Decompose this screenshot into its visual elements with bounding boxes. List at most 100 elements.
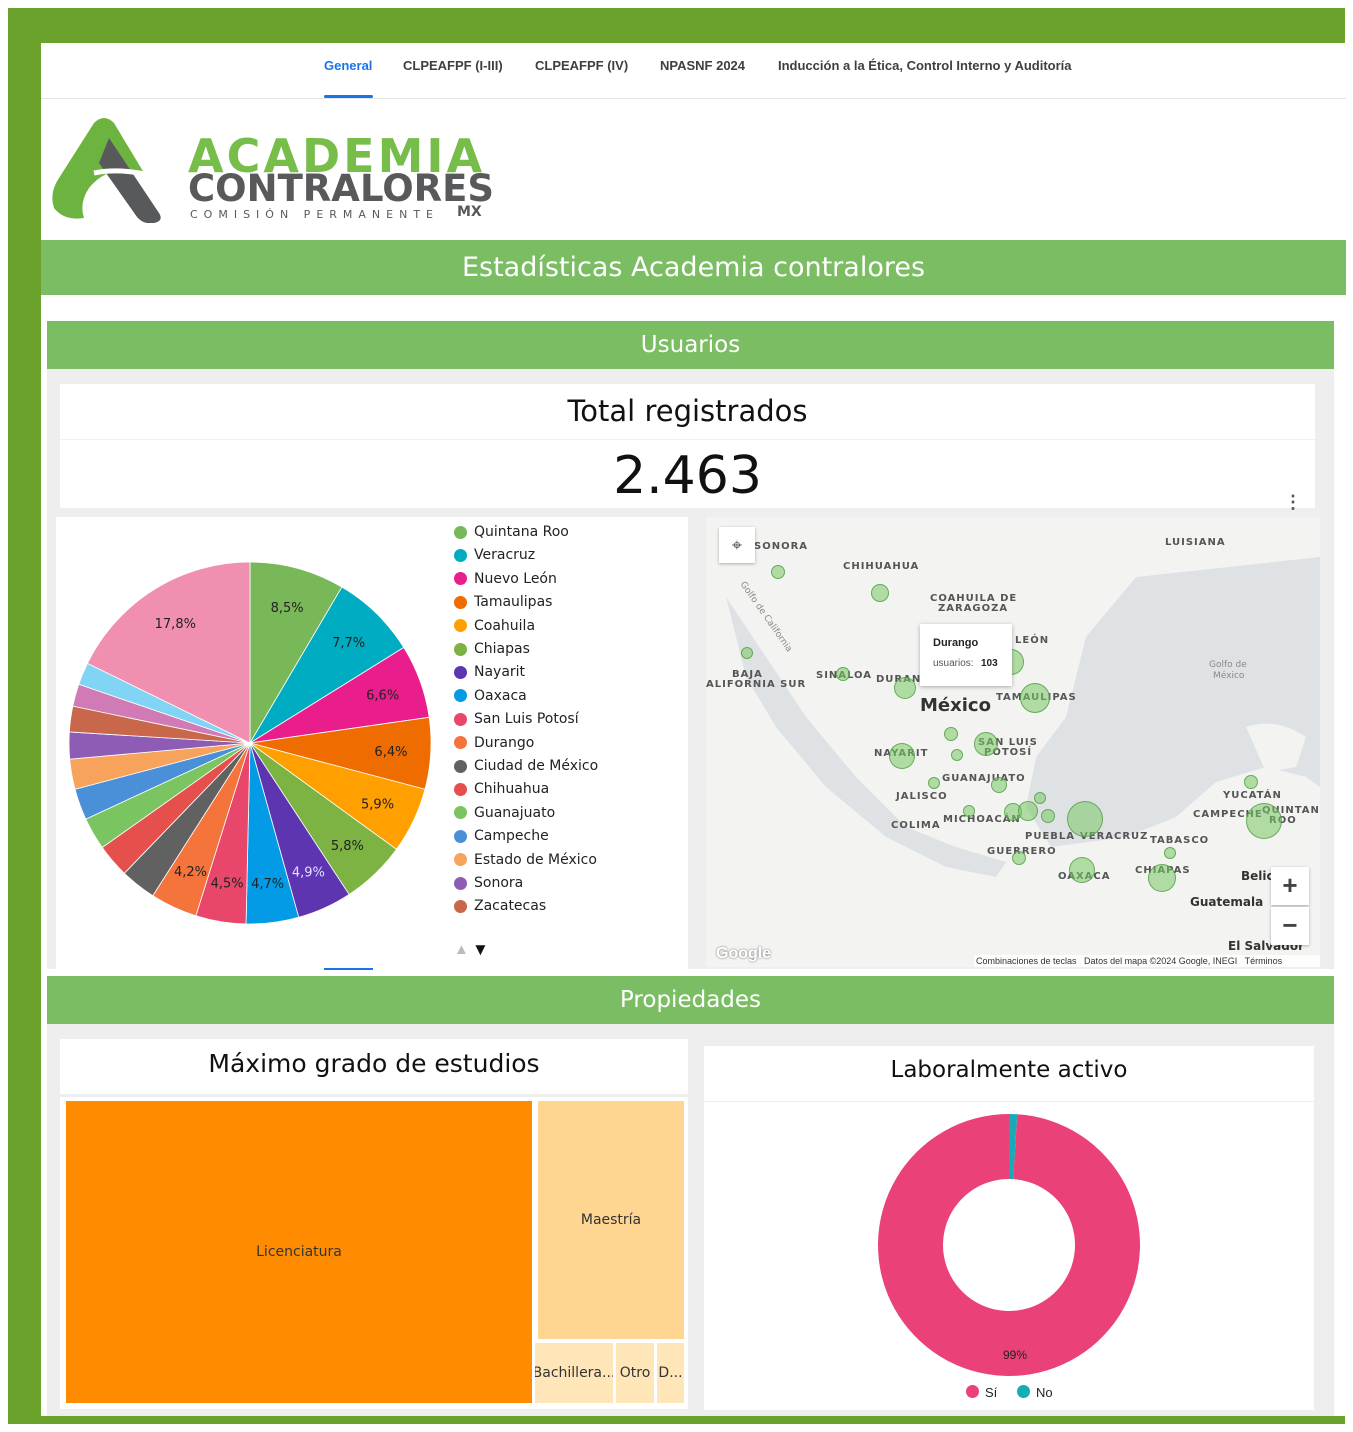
map-bubble[interactable] — [944, 727, 958, 741]
legend-no-label: No — [1036, 1385, 1053, 1400]
map-bubble[interactable] — [771, 565, 785, 579]
map-bubble[interactable] — [894, 677, 916, 699]
legend-item: Quintana Roo — [454, 524, 569, 540]
legend-label: Estado de México — [474, 851, 597, 868]
tab-npasnf-2024[interactable]: NPASNF 2024 — [660, 58, 745, 73]
legend-si-dot — [966, 1385, 979, 1398]
legend-item: Ciudad de México — [454, 758, 598, 774]
legend-next-icon[interactable]: ▼ — [472, 940, 489, 960]
pie-slice-label: 4,7% — [251, 877, 284, 892]
map-label-mexico: México — [920, 695, 991, 716]
legend-dot — [454, 853, 467, 867]
legend-dot — [454, 595, 467, 609]
legend-dot — [454, 525, 467, 539]
map-bubble[interactable] — [951, 749, 963, 761]
pie-card: 8,5% 7,7% 6,6% 6,4% 5,9% 5,8% 4,9% 4,7% 4,5% 4,2%… — [56, 517, 688, 969]
legend-item: Oaxaca — [454, 688, 527, 704]
map-label-california-sur: ALIFORNIA SUR — [706, 679, 807, 690]
total-value: 2.463 — [613, 446, 762, 506]
map-bubble[interactable] — [836, 667, 850, 681]
tab-general[interactable]: General — [324, 58, 372, 73]
legend-dot — [454, 782, 467, 796]
zoom-in-button[interactable]: + — [1271, 867, 1309, 905]
legend-label: Sonora — [474, 875, 524, 891]
map-label-colima: COLIMA — [891, 820, 941, 831]
legend-item: Chiapas — [454, 641, 530, 657]
active-tab-indicator — [324, 95, 373, 98]
map-bubble[interactable] — [1067, 801, 1103, 837]
treemap-licenciatura[interactable]: Licenciatura — [66, 1101, 532, 1403]
map-bubble[interactable] — [889, 743, 915, 769]
legend-dot — [454, 829, 467, 843]
legend-label: Quintana Roo — [474, 524, 569, 540]
map-bubble[interactable] — [1041, 809, 1055, 823]
map-bubble[interactable] — [1069, 857, 1095, 883]
locate-icon[interactable]: ⌖ — [719, 527, 755, 563]
tooltip-title: Durango — [933, 637, 979, 649]
map-bubble[interactable] — [741, 647, 753, 659]
map-label-leon: LEÓN — [1015, 635, 1050, 646]
map-attribution[interactable]: Combinaciones de teclas Datos del mapa ©… — [974, 955, 1320, 967]
map-label-puebla: PUEBLA — [1025, 831, 1076, 842]
total-title: Total registrados — [567, 394, 808, 428]
legend-label: San Luis Potosí — [474, 711, 579, 728]
map-bubble[interactable] — [928, 777, 940, 789]
legend-dot — [454, 689, 467, 703]
legend-dot — [454, 712, 467, 726]
legend-item: Sonora — [454, 875, 523, 891]
map-bubble[interactable] — [1034, 792, 1046, 804]
legend-label: Durango — [474, 734, 535, 751]
treemap-doctorado[interactable]: D... — [657, 1343, 684, 1403]
map-bubble[interactable] — [1012, 851, 1026, 865]
legend-dot — [454, 572, 467, 586]
legend-label: Nayarit — [474, 664, 526, 681]
treemap-maestria[interactable]: Maestría — [538, 1101, 684, 1339]
legend-label: Veracruz — [474, 547, 536, 564]
legend-dot — [454, 619, 467, 633]
map-label-golfo-de: Golfo de — [1209, 660, 1247, 670]
legend-dot — [454, 736, 467, 750]
pie-slice-label: 8,5% — [271, 601, 304, 616]
map-bubble[interactable] — [974, 732, 998, 756]
legend-dot — [454, 899, 467, 913]
more-options-icon[interactable]: ⋮ — [1284, 493, 1302, 511]
legend-si-label: Sí — [985, 1385, 998, 1400]
legend-item: Veracruz — [454, 547, 535, 563]
tooltip-value: 103 — [981, 658, 998, 669]
map-bubble[interactable] — [1164, 847, 1176, 859]
legend-item: Coahuila — [454, 618, 535, 634]
legend-no-dot — [1017, 1385, 1030, 1398]
treemap-bachillerato[interactable]: Bachillera... — [535, 1343, 613, 1403]
legend-item: Zacatecas — [454, 898, 546, 914]
total-card: Total registrados 2.463 — [60, 384, 1315, 508]
google-logo: Google — [716, 945, 772, 962]
legend-dot — [454, 806, 467, 820]
tab-bar: General CLPEAFPF (I-III) CLPEAFPF (IV) N… — [41, 43, 1346, 99]
map-bubble[interactable] — [991, 777, 1007, 793]
map-bubble[interactable] — [871, 584, 889, 602]
map-bubble[interactable] — [1020, 683, 1050, 713]
legend-item: Nuevo León — [454, 571, 557, 587]
map-bubble[interactable] — [1148, 864, 1176, 892]
map-bubble[interactable] — [1246, 803, 1282, 839]
legend-item: Chihuahua — [454, 781, 549, 797]
legend-prev-icon[interactable]: ▲ — [454, 941, 469, 958]
zoom-out-button[interactable]: − — [1271, 907, 1309, 945]
tab-clpeafpf-iv[interactable]: CLPEAFPF (IV) — [535, 58, 628, 73]
legend-dot — [454, 876, 467, 890]
map-bubble[interactable] — [1244, 775, 1258, 789]
donut-pct-label: 99% — [1003, 1348, 1028, 1362]
mexico-map[interactable]: SONORA CHIHUAHUA COAHUILA DE ZARAGOZA LE… — [706, 517, 1320, 967]
map-bubble[interactable] — [1018, 801, 1038, 821]
map-label-luisiana: LUISIANA — [1165, 537, 1226, 548]
legend-label: Guanajuato — [474, 804, 556, 821]
map-label-guanajuato: GUANAJUATO — [942, 773, 1026, 784]
map-label-guatemala: Guatemala — [1190, 895, 1264, 909]
dashboard: General CLPEAFPF (I-III) CLPEAFPF (IV) N… — [41, 43, 1346, 1416]
legend-label: Nuevo León — [474, 570, 557, 587]
treemap-otro[interactable]: Otro — [616, 1343, 654, 1403]
legend-label: Campeche — [474, 828, 549, 845]
tab-induccion-etica[interactable]: Inducción a la Ética, Control Interno y … — [778, 58, 1072, 73]
map-bubble[interactable] — [963, 805, 975, 817]
tab-clpeafpf-i-iii[interactable]: CLPEAFPF (I-III) — [403, 58, 503, 73]
